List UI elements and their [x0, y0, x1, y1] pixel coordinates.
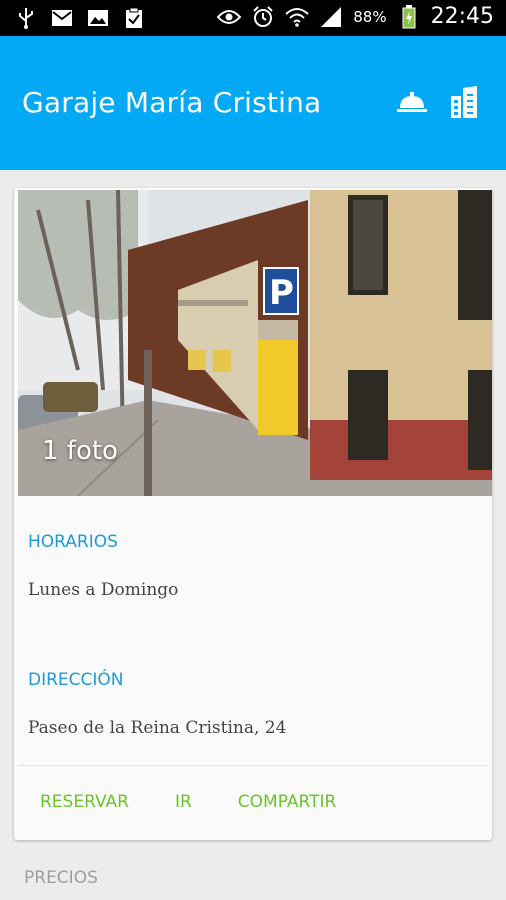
go-button[interactable]: IR	[175, 792, 192, 812]
battery-charging-icon	[397, 4, 421, 29]
wifi-icon	[285, 5, 309, 29]
clipboard-icon	[122, 6, 146, 30]
usb-icon	[14, 6, 38, 30]
buildings-button[interactable]	[446, 86, 482, 122]
signal-icon	[319, 5, 343, 29]
mail-icon	[50, 6, 74, 30]
service-bell-button[interactable]	[394, 86, 430, 122]
address-value: Paseo de la Reina Cristina, 24	[28, 718, 287, 738]
share-button[interactable]: COMPARTIR	[238, 792, 337, 812]
hours-value: Lunes a Domingo	[28, 580, 179, 600]
app-bar-title: Garaje María Cristina	[22, 86, 322, 119]
status-bar-system: 88% 22:45	[217, 4, 494, 29]
card-actions: RESERVAR IR COMPARTIR	[40, 792, 336, 812]
garage-photo[interactable]: P 1 foto	[18, 190, 492, 496]
reserve-button[interactable]: RESERVAR	[40, 792, 129, 812]
card-divider	[18, 765, 488, 766]
battery-percent: 88%	[353, 7, 387, 26]
status-bar: 88% 22:45	[0, 0, 506, 36]
svg-text:P: P	[269, 273, 294, 313]
address-label: DIRECCIÓN	[28, 670, 124, 690]
eye-icon	[217, 5, 242, 29]
app-bar-actions	[394, 86, 482, 122]
status-bar-notifications	[14, 6, 146, 30]
garage-card: P 1 foto HORARIOS Lunes a Domingo DIRECC…	[14, 188, 492, 840]
hours-label: HORARIOS	[28, 532, 118, 552]
alarm-icon	[251, 5, 275, 29]
service-bell-icon	[395, 90, 429, 118]
clock: 22:45	[430, 4, 494, 29]
photo-count: 1 foto	[42, 436, 118, 466]
prices-section-label: PRECIOS	[24, 868, 98, 888]
app-bar: Garaje María Cristina	[0, 36, 506, 170]
buildings-icon	[449, 86, 479, 122]
image-icon	[86, 6, 110, 30]
